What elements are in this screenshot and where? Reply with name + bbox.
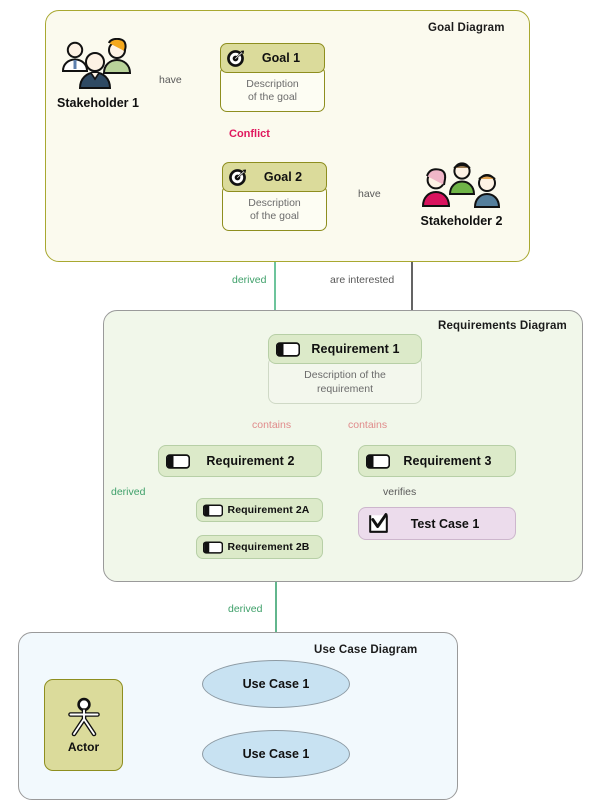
actor-stickman-icon — [67, 697, 100, 736]
usecase-2-node[interactable]: Use Case 1 — [202, 730, 350, 778]
edge-label-contains-left: contains — [252, 419, 292, 431]
requirement-icon — [366, 453, 390, 469]
goal-2-title: Goal 2 — [263, 170, 303, 184]
edge-label-verifies: verifies — [383, 486, 417, 498]
test-case-icon — [369, 513, 388, 533]
requirement-2-header: Requirement 2 — [158, 445, 322, 477]
usecase-1-node[interactable]: Use Case 1 — [202, 660, 350, 708]
requirements-diagram-title: Requirements Diagram — [438, 320, 567, 332]
requirement-icon — [276, 341, 300, 357]
people-group-icon — [421, 162, 500, 208]
edge-label-contains-right: contains — [348, 419, 388, 431]
goal-2-desc-line1: Description — [248, 197, 301, 209]
goal-2-header: Goal 2 — [222, 162, 327, 192]
edge-label-have-1: have — [159, 74, 182, 86]
goal-1-node[interactable]: Goal 1 Description of the goal — [220, 43, 325, 112]
requirement-2-node[interactable]: Requirement 2 — [158, 445, 322, 477]
stakeholder-2-label: Stakeholder 2 — [420, 214, 503, 228]
goal-diagram-title: Goal Diagram — [428, 22, 505, 34]
requirement-icon — [203, 503, 223, 517]
requirement-2b-title: Requirement 2B — [227, 541, 310, 553]
usecase-2-title: Use Case 1 — [242, 747, 310, 761]
edge-label-are-interested: are interested — [330, 274, 395, 286]
requirement-2b-header: Requirement 2B — [196, 535, 323, 559]
usecase-diagram-title: Use Case Diagram — [314, 644, 418, 656]
goal-1-header: Goal 1 — [220, 43, 325, 73]
test-case-1-node[interactable]: Test Case 1 — [358, 507, 516, 540]
actor-node[interactable]: Actor — [44, 679, 123, 771]
requirement-1-desc-line1: Description of the — [304, 369, 386, 381]
goal-2-desc-line2: of the goal — [249, 210, 300, 223]
goal-target-icon — [227, 49, 244, 67]
stakeholder-2: Stakeholder 2 — [405, 160, 518, 228]
requirement-2a-header: Requirement 2A — [196, 498, 323, 522]
requirement-3-node[interactable]: Requirement 3 — [358, 445, 516, 477]
goal-2-node[interactable]: Goal 2 Description of the goal — [222, 162, 327, 231]
requirement-icon — [203, 540, 223, 554]
goal-1-title: Goal 1 — [261, 51, 301, 65]
edge-label-have-2: have — [358, 188, 381, 200]
edge-label-conflict: Conflict — [229, 128, 270, 140]
goal-target-icon — [229, 168, 246, 186]
requirement-2a-title: Requirement 2A — [227, 504, 310, 516]
requirement-2-title: Requirement 2 — [206, 454, 295, 468]
edge-label-derived-req: derived — [111, 486, 146, 498]
goal-1-desc-line1: Description — [246, 78, 299, 90]
requirement-1-desc-line2: requirement — [316, 382, 374, 395]
goal-1-desc-line2: of the goal — [247, 91, 298, 104]
test-case-1-title: Test Case 1 — [410, 516, 480, 531]
requirement-icon — [166, 453, 190, 469]
edge-label-derived-usecase: derived — [228, 603, 263, 615]
people-group-icon — [61, 37, 132, 89]
stakeholder-1-label: Stakeholder 1 — [57, 96, 139, 110]
usecase-1-title: Use Case 1 — [242, 677, 310, 691]
requirement-2a-node[interactable]: Requirement 2A — [196, 498, 323, 522]
requirement-3-title: Requirement 3 — [403, 454, 492, 468]
requirement-1-header: Requirement 1 — [268, 334, 422, 364]
actor-label: Actor — [67, 739, 100, 754]
diagram-canvas: Goal Diagram Stakeholder 1 have Goal 1 D… — [0, 0, 589, 812]
requirement-3-header: Requirement 3 — [358, 445, 516, 477]
stakeholder-1: Stakeholder 1 — [48, 37, 148, 110]
requirement-2b-node[interactable]: Requirement 2B — [196, 535, 323, 559]
requirement-1-title: Requirement 1 — [311, 342, 400, 356]
edge-label-derived-goal: derived — [232, 274, 267, 286]
requirement-1-node[interactable]: Requirement 1 Description of the require… — [268, 334, 422, 405]
